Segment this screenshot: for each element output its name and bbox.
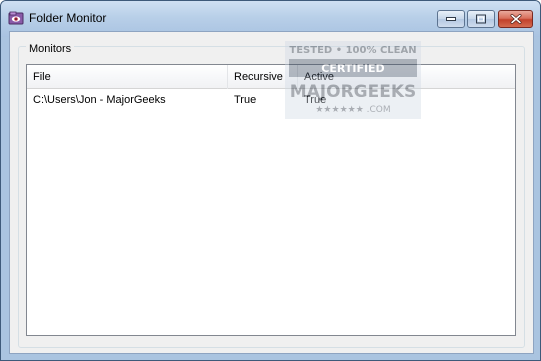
close-button[interactable] (498, 10, 533, 28)
minimize-icon (446, 17, 456, 21)
close-icon (510, 14, 521, 24)
minimize-button[interactable] (437, 10, 465, 28)
monitors-list[interactable]: File Recursive Active C:\Users\Jon - Maj… (26, 64, 516, 336)
list-item[interactable]: C:\Users\Jon - MajorGeeks True True (27, 90, 515, 110)
column-header-active[interactable]: Active (298, 65, 418, 89)
maximize-button[interactable] (467, 10, 495, 28)
folder-monitor-window: Folder Monitor Monitors File Recursive A… (0, 0, 541, 361)
monitors-group-label: Monitors (26, 43, 75, 55)
folder-monitor-app-icon (8, 10, 24, 26)
cell-recursive: True (234, 94, 257, 106)
list-header: File Recursive Active (27, 65, 515, 89)
cell-file: C:\Users\Jon - MajorGeeks (33, 94, 166, 106)
column-header-file[interactable]: File (27, 65, 228, 89)
column-header-recursive[interactable]: Recursive (228, 65, 298, 89)
window-title: Folder Monitor (29, 11, 107, 25)
maximize-icon (476, 14, 486, 24)
window-client-area: Monitors File Recursive Active C:\Users\… (9, 31, 534, 354)
cell-active: True (304, 94, 327, 106)
